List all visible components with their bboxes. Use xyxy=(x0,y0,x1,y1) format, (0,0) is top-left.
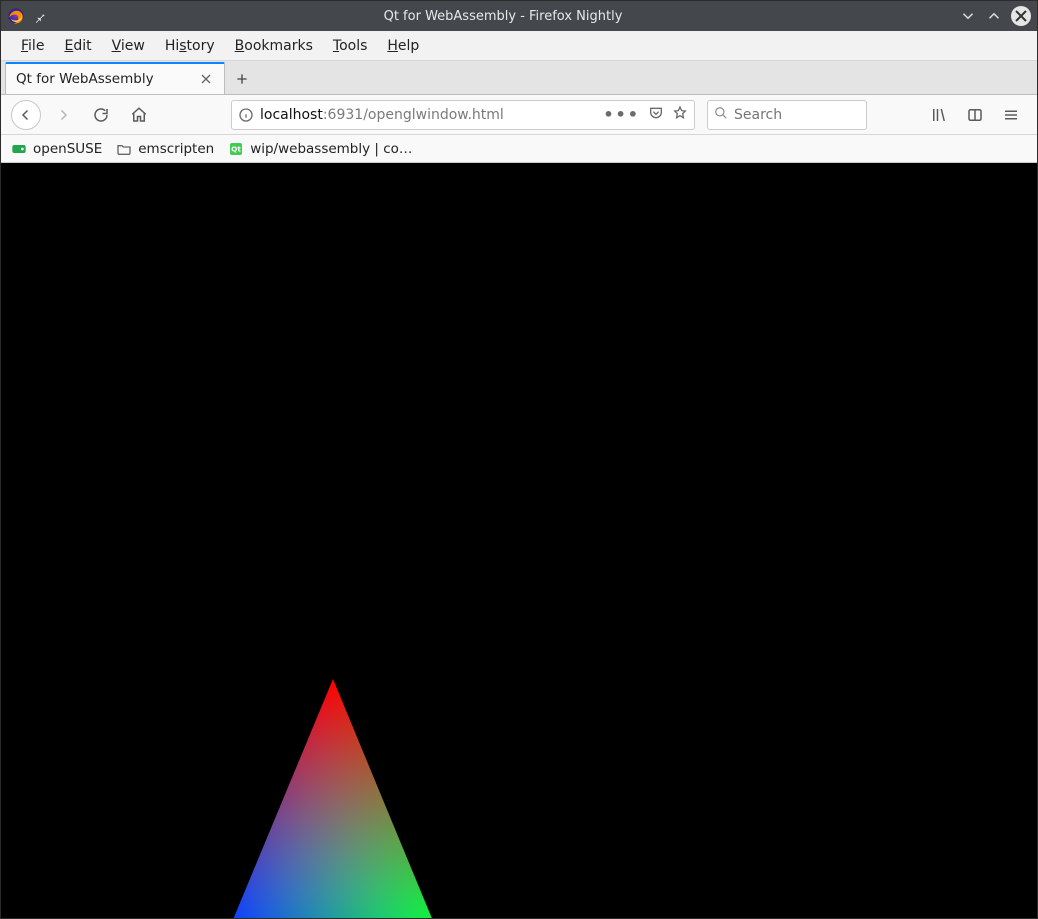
urlbar[interactable]: localhost:6931/openglwindow.html ••• xyxy=(231,100,695,130)
urlbar-path: :6931/openglwindow.html xyxy=(323,107,504,123)
library-button[interactable] xyxy=(923,99,955,131)
bookmark-star-icon[interactable] xyxy=(672,105,688,125)
menu-view[interactable]: View xyxy=(102,31,155,60)
new-tab-button[interactable] xyxy=(225,64,259,94)
site-info-icon[interactable] xyxy=(238,107,254,123)
menu-edit[interactable]: Edit xyxy=(54,31,101,60)
svg-text:Qt: Qt xyxy=(231,144,241,153)
menu-help[interactable]: Help xyxy=(377,31,429,60)
opengl-triangle xyxy=(1,163,1037,918)
menu-tools[interactable]: Tools xyxy=(323,31,378,60)
tab-title: Qt for WebAssembly xyxy=(16,71,190,87)
sidebar-button[interactable] xyxy=(959,99,991,131)
tab-close-button[interactable] xyxy=(198,71,214,87)
reload-button[interactable] xyxy=(85,99,117,131)
tabstrip: Qt for WebAssembly xyxy=(1,61,1037,95)
urlbar-text: localhost:6931/openglwindow.html xyxy=(260,107,597,123)
urlbar-host: localhost xyxy=(260,107,323,123)
bookmark-opensuse[interactable]: openSUSE xyxy=(11,141,102,157)
window-maximize-button[interactable] xyxy=(985,7,1003,25)
tab-active[interactable]: Qt for WebAssembly xyxy=(5,62,225,94)
bookmark-label: openSUSE xyxy=(33,141,102,157)
bookmark-emscripten[interactable]: emscripten xyxy=(116,141,214,157)
page-actions-button[interactable]: ••• xyxy=(603,105,640,124)
navbar: localhost:6931/openglwindow.html ••• xyxy=(1,95,1037,135)
menu-file[interactable]: File xyxy=(11,31,54,60)
bookmarks-toolbar: openSUSE emscripten Qt wip/webassembly |… xyxy=(1,135,1037,163)
bookmark-label: emscripten xyxy=(138,141,214,157)
search-input[interactable] xyxy=(734,107,908,123)
window-close-button[interactable] xyxy=(1011,6,1031,26)
folder-icon xyxy=(116,141,132,157)
bookmark-label: wip/webassembly | co… xyxy=(250,141,412,157)
menu-bookmarks[interactable]: Bookmarks xyxy=(225,31,323,60)
back-button[interactable] xyxy=(11,100,41,130)
opensuse-icon xyxy=(11,141,27,157)
pin-icon[interactable] xyxy=(33,9,47,23)
qt-icon: Qt xyxy=(228,141,244,157)
search-icon xyxy=(714,105,728,124)
titlebar[interactable]: Qt for WebAssembly - Firefox Nightly xyxy=(1,1,1037,31)
window-minimize-button[interactable] xyxy=(959,7,977,25)
firefox-nightly-icon xyxy=(7,7,25,25)
window-title: Qt for WebAssembly - Firefox Nightly xyxy=(55,9,951,24)
bookmark-wip-webassembly[interactable]: Qt wip/webassembly | co… xyxy=(228,141,412,157)
hamburger-menu-button[interactable] xyxy=(995,99,1027,131)
menu-history[interactable]: History xyxy=(155,31,225,60)
app-window: Qt for WebAssembly - Firefox Nightly Fil… xyxy=(0,0,1038,919)
pocket-icon[interactable] xyxy=(648,105,664,125)
forward-button[interactable] xyxy=(47,99,79,131)
menubar: File Edit View History Bookmarks Tools H… xyxy=(1,31,1037,61)
searchbar[interactable] xyxy=(707,100,867,130)
page-content[interactable] xyxy=(1,163,1037,918)
home-button[interactable] xyxy=(123,99,155,131)
